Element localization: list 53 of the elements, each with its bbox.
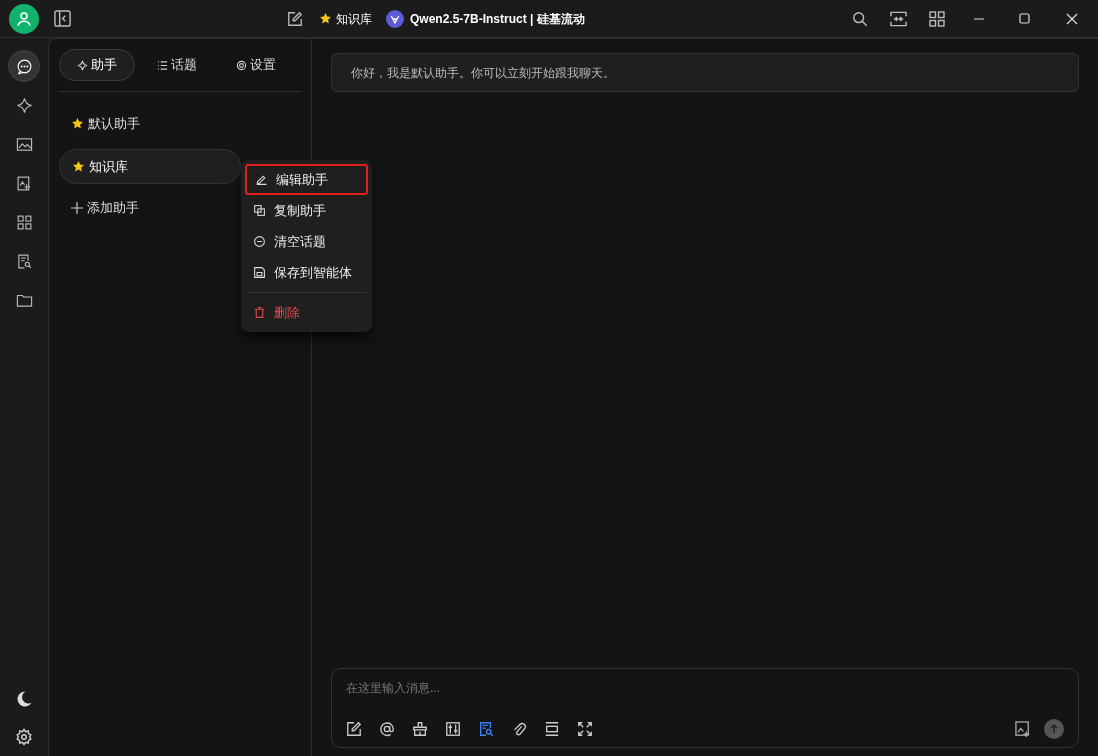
assistant-item[interactable]: 知识库 [59, 149, 241, 184]
apps-icon [15, 213, 33, 231]
model-name[interactable]: Qwen2.5-7B-Instruct | 硅基流动 [410, 9, 585, 28]
sliders-icon[interactable] [445, 721, 461, 737]
assistant-name[interactable]: 知识库 [336, 9, 372, 28]
assistant-item[interactable]: 默认助手 [59, 106, 241, 141]
tab[interactable]: 助手 [59, 49, 135, 81]
star-icon [72, 160, 85, 173]
at-icon[interactable] [379, 721, 395, 737]
tab[interactable]: 话题 [140, 49, 214, 81]
minus-circle-icon [253, 235, 266, 248]
edit-icon[interactable] [287, 10, 303, 27]
menu-item[interactable]: 保存到智能体 [245, 257, 368, 288]
document-search-icon [15, 252, 33, 270]
document-search-icon[interactable] [478, 721, 494, 737]
image-upload-icon[interactable] [1015, 720, 1032, 738]
sparkle-icon [77, 59, 88, 71]
add-assistant-link[interactable]: 添加助手 [87, 198, 139, 218]
message-input[interactable]: 在这里输入消息... [331, 668, 1079, 748]
send-button[interactable] [1044, 719, 1064, 739]
expand-icon[interactable] [577, 721, 593, 737]
menu-item[interactable]: 清空话题 [245, 226, 368, 257]
arrow-up-icon [1049, 724, 1059, 734]
avatar-icon[interactable] [9, 3, 39, 34]
close-icon[interactable] [1066, 12, 1078, 25]
chat-nav-button[interactable] [8, 50, 40, 82]
menu-item[interactable]: 编辑助手 [245, 164, 368, 195]
user-icon [15, 9, 33, 28]
trash-icon [253, 306, 266, 319]
list-icon [157, 59, 168, 71]
sparkle-icon [15, 96, 33, 114]
image-icon [15, 135, 33, 153]
grid-icon[interactable] [929, 10, 945, 27]
menu-item[interactable]: 删除 [245, 297, 368, 328]
greeting-message: 你好，我是默认助手。你可以立刻开始跟我聊天。 [351, 64, 615, 82]
edit-icon[interactable] [346, 721, 362, 737]
star-icon [319, 12, 332, 25]
search-icon[interactable] [852, 10, 868, 27]
model-logo-icon [386, 9, 404, 28]
copy-icon [253, 204, 266, 217]
star-icon [71, 117, 84, 130]
menu-item[interactable]: 复制助手 [245, 195, 368, 226]
message-field: 在这里输入消息... [346, 679, 1064, 697]
pencil-icon [255, 173, 268, 186]
sidebar-toggle-icon[interactable] [54, 10, 71, 27]
moon-icon[interactable] [15, 690, 33, 708]
settings-icon[interactable] [15, 728, 33, 746]
chat-icon [15, 57, 33, 75]
save-icon [253, 266, 266, 279]
maximize-icon[interactable] [1019, 13, 1030, 24]
plus-icon[interactable] [71, 201, 83, 214]
paperclip-icon[interactable] [511, 721, 527, 737]
tab[interactable]: 设置 [219, 49, 293, 81]
